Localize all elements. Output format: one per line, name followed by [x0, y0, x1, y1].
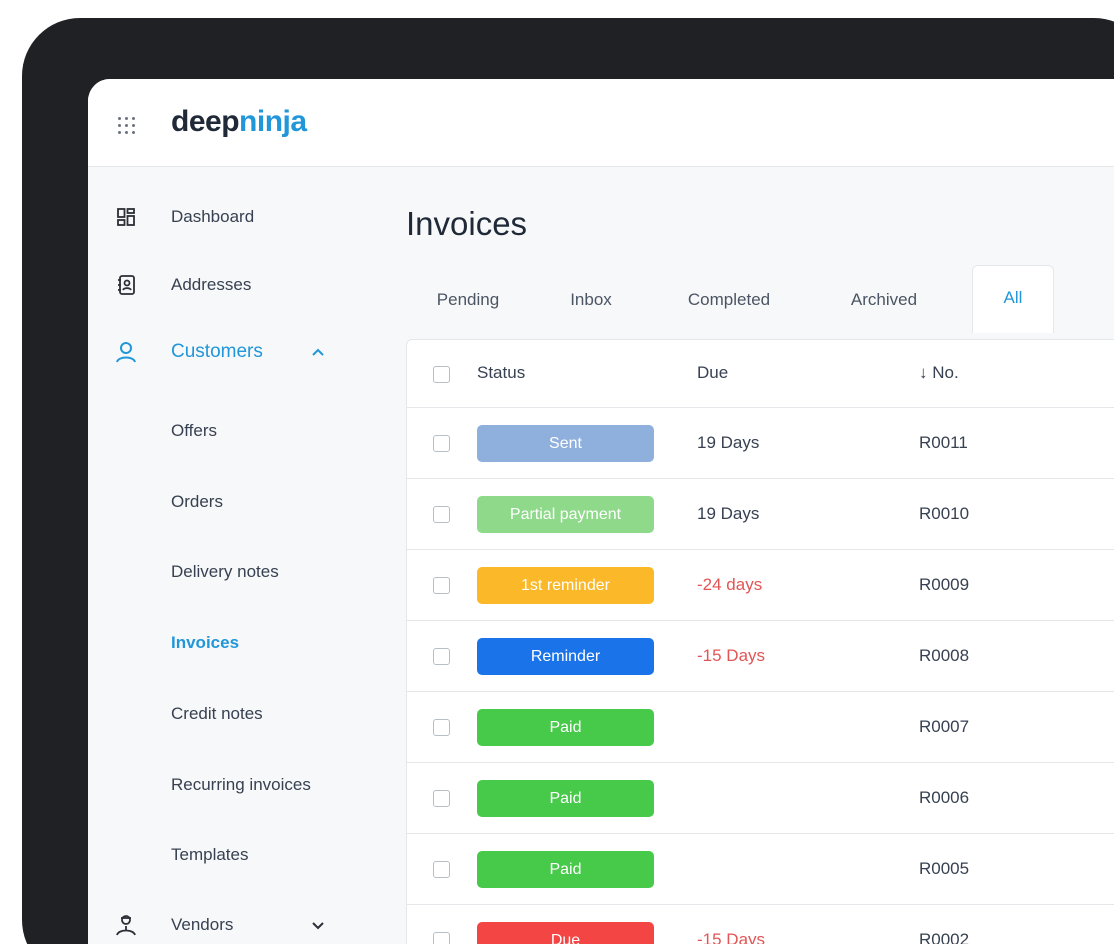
- invoice-number-cell[interactable]: R0007: [919, 717, 969, 737]
- chevron-up-icon[interactable]: [310, 344, 326, 360]
- sidebar-item-label: Addresses: [171, 275, 252, 294]
- row-checkbox[interactable]: [433, 435, 450, 452]
- body-area: Dashboard Addresses Customers Offers Ord…: [88, 167, 1114, 944]
- status-badge: Paid: [477, 709, 654, 746]
- sidebar-item-label: Vendors: [171, 915, 234, 934]
- sidebar-subitem-offers[interactable]: Offers: [171, 421, 217, 441]
- sidebar: Dashboard Addresses Customers Offers Ord…: [88, 167, 388, 944]
- column-header-number[interactable]: ↓ No.: [919, 363, 959, 383]
- invoice-number-cell[interactable]: R0009: [919, 575, 969, 595]
- dashboard-icon: [114, 205, 138, 229]
- invoice-number-cell[interactable]: R0006: [919, 788, 969, 808]
- app-screen: deepninja Dashboard Addresses Customers …: [88, 79, 1114, 944]
- tab-all[interactable]: All: [972, 265, 1054, 333]
- row-checkbox[interactable]: [433, 648, 450, 665]
- due-cell: 19 Days: [697, 433, 760, 452]
- page-title: Invoices: [406, 205, 528, 242]
- logo[interactable]: deepninja: [171, 105, 307, 139]
- sidebar-item-label: Customers: [171, 341, 263, 362]
- due-cell: -24 days: [697, 575, 763, 594]
- invoice-number-cell[interactable]: R0005: [919, 859, 969, 879]
- sidebar-subitem-invoices[interactable]: Invoices: [171, 633, 239, 653]
- sidebar-subitem-delivery-notes[interactable]: Delivery notes: [171, 562, 279, 582]
- select-all-checkbox[interactable]: [433, 366, 450, 383]
- row-checkbox[interactable]: [433, 861, 450, 878]
- tab-archived[interactable]: Archived: [834, 271, 934, 333]
- address-book-icon: [114, 273, 138, 297]
- app-grid-icon[interactable]: [118, 117, 136, 135]
- invoice-number-cell[interactable]: R0008: [919, 646, 969, 666]
- row-checkbox[interactable]: [433, 506, 450, 523]
- status-badge: Partial payment: [477, 496, 654, 533]
- row-checkbox[interactable]: [433, 790, 450, 807]
- sidebar-item-dashboard[interactable]: Dashboard: [88, 197, 378, 237]
- table-row[interactable]: Paid R0007: [407, 692, 1114, 763]
- column-header-due[interactable]: Due: [697, 363, 728, 383]
- due-cell: -15 Days: [697, 646, 766, 665]
- tab-pending[interactable]: Pending: [428, 271, 508, 333]
- tab-bar: Pending Inbox Completed Archived All: [406, 265, 1114, 333]
- top-bar: deepninja: [88, 79, 1114, 167]
- invoice-table: Status Due ↓ No. Sent 19 Days R0011 Partial…: [406, 339, 1114, 944]
- logo-accent: ninja: [239, 105, 307, 138]
- sidebar-subitem-credit-notes[interactable]: Credit notes: [171, 704, 263, 724]
- logo-prefix: deep: [171, 105, 240, 138]
- vendor-icon: [114, 913, 138, 937]
- row-checkbox[interactable]: [433, 577, 450, 594]
- row-checkbox[interactable]: [433, 719, 450, 736]
- status-badge: Paid: [477, 780, 654, 817]
- status-badge: Sent: [477, 425, 654, 462]
- sidebar-item-vendors[interactable]: Vendors: [88, 905, 378, 944]
- invoice-number-cell[interactable]: R0010: [919, 504, 969, 524]
- device-frame: deepninja Dashboard Addresses Customers …: [22, 18, 1114, 944]
- table-header-row: Status Due ↓ No.: [407, 340, 1114, 408]
- row-checkbox[interactable]: [433, 932, 450, 944]
- status-badge: 1st reminder: [477, 567, 654, 604]
- invoice-number-cell[interactable]: R0002: [919, 930, 969, 944]
- status-badge: Due: [477, 922, 654, 944]
- status-badge: Reminder: [477, 638, 654, 675]
- invoice-number-cell[interactable]: R0011: [919, 433, 968, 453]
- sidebar-item-label: Dashboard: [171, 207, 255, 226]
- tab-completed[interactable]: Completed: [674, 271, 784, 333]
- table-row[interactable]: Paid R0005: [407, 834, 1114, 905]
- due-cell: 19 Days: [697, 504, 760, 523]
- table-row[interactable]: 1st reminder -24 days R0009: [407, 550, 1114, 621]
- table-row[interactable]: Reminder -15 Days R0008: [407, 621, 1114, 692]
- sidebar-subitem-templates[interactable]: Templates: [171, 845, 248, 865]
- due-cell: -15 Days: [697, 930, 766, 944]
- sidebar-item-addresses[interactable]: Addresses: [88, 265, 378, 305]
- status-badge: Paid: [477, 851, 654, 888]
- chevron-down-icon[interactable]: [310, 917, 326, 933]
- table-row[interactable]: Sent 19 Days R0011: [407, 408, 1114, 479]
- table-row[interactable]: Paid R0006: [407, 763, 1114, 834]
- sidebar-subitem-recurring-invoices[interactable]: Recurring invoices: [171, 775, 311, 795]
- sidebar-subitem-orders[interactable]: Orders: [171, 492, 223, 512]
- customer-icon: [114, 340, 138, 364]
- table-row[interactable]: Due -15 Days R0002: [407, 905, 1114, 944]
- table-row[interactable]: Partial payment 19 Days R0010: [407, 479, 1114, 550]
- tab-inbox[interactable]: Inbox: [556, 271, 626, 333]
- main-content: Invoices Pending Inbox Completed Archive…: [406, 167, 1114, 944]
- column-header-status[interactable]: Status: [477, 363, 525, 383]
- sidebar-item-customers[interactable]: Customers: [88, 332, 378, 372]
